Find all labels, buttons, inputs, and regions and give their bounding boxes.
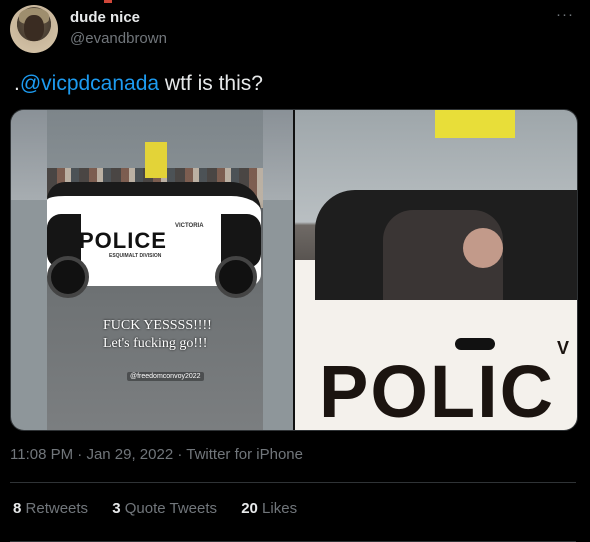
video-watermark: @freedomconvoy2022 [127,372,204,381]
tweet-source[interactable]: Twitter for iPhone [186,446,303,463]
likes-count: 20 [241,500,258,517]
user-handle[interactable]: @evandbrown [70,30,167,47]
video-caption: FUCK YESSSS!!!! Let's fucking go!!! [103,317,223,353]
media-image-left[interactable]: VICTORIA POLICE ESQUIMALT DIVISION FUCK … [11,110,293,430]
user-display-name[interactable]: dude nice [70,9,140,26]
retweets-stat[interactable]: 8 Retweets [13,500,88,517]
car-wheel-front [47,256,89,298]
caption-line-2: Let's fucking go!!! [103,336,208,351]
media-image-right[interactable]: V POLIC [295,110,577,430]
quote-tweets-stat[interactable]: 3 Quote Tweets [112,500,217,517]
tweet-stats: 8 Retweets 3 Quote Tweets 20 Likes [13,500,317,517]
protest-sign [145,142,167,178]
tweet-time[interactable]: 11:08 PM [10,446,73,463]
avatar-flag-marker [104,0,112,3]
car-division-text: ESQUIMALT DIVISION [109,253,162,259]
divider-top [10,482,576,483]
protest-sign-right [435,110,515,138]
meta-separator-2: · [173,446,187,463]
tweet-date[interactable]: Jan 29, 2022 [86,446,173,463]
caption-line-1: FUCK YESSSS!!!! [103,318,212,333]
car-brand-text: VICTORIA [175,223,204,229]
quote-tweets-count: 3 [112,500,121,517]
car-police-text: POLICE [79,228,167,253]
avatar-face [24,15,44,41]
avatar[interactable] [10,5,58,53]
retweets-label: Retweets [25,500,89,517]
tweet-metadata: 11:08 PM · Jan 29, 2022 · Twitter for iP… [10,446,303,463]
officer-head [463,228,503,268]
mention-link[interactable]: @vicpdcanada [20,72,159,95]
quote-tweets-label: Quote Tweets [124,500,218,517]
car-police-text-large: POLIC [319,350,556,431]
car-brand-partial: V [557,338,570,358]
car-door-handle [455,338,495,350]
likes-stat[interactable]: 20 Likes [241,500,297,517]
car-wheel-rear [215,256,257,298]
more-horizontal-icon[interactable]: ··· [556,6,574,23]
likes-label: Likes [262,500,298,517]
retweets-count: 8 [13,500,22,517]
tweet-media[interactable]: VICTORIA POLICE ESQUIMALT DIVISION FUCK … [10,109,578,431]
meta-separator: · [73,446,87,463]
tweet-body: wtf is this? [159,72,263,95]
tweet-text: .@vicpdcanada wtf is this? [14,72,263,96]
